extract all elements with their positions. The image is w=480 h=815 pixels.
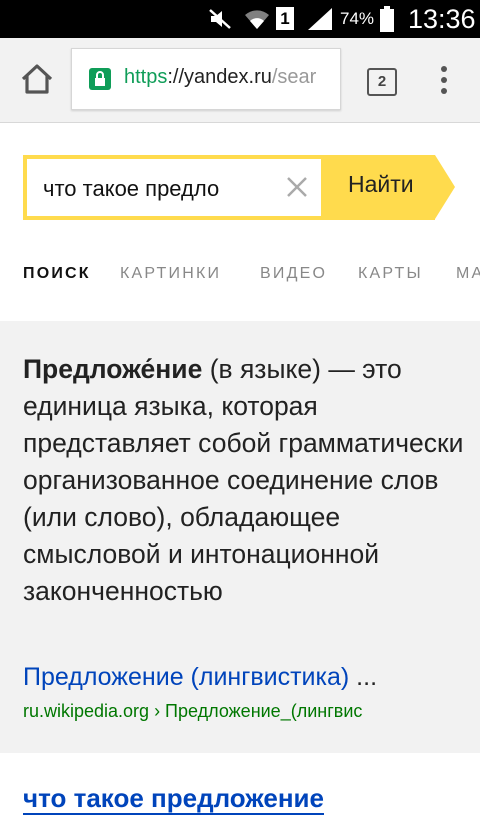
wifi-icon — [245, 10, 269, 29]
mute-icon — [209, 9, 231, 29]
search-result-title[interactable]: что такое предложение — [23, 783, 324, 815]
tab-switcher-button[interactable]: 2 — [367, 68, 397, 96]
search-button[interactable]: Найти — [325, 155, 435, 220]
tab-more[interactable]: МА — [456, 265, 480, 283]
fact-term: Предложе́ние — [23, 354, 203, 384]
tab-images[interactable]: КАРТИНКИ — [120, 265, 221, 283]
home-icon[interactable] — [18, 60, 56, 98]
fact-source-link[interactable]: Предложение (лингвистика) ... — [23, 663, 459, 692]
url-host: yandex.ru — [184, 66, 272, 88]
url-scheme: https — [124, 66, 168, 88]
battery-percent: 74% — [340, 9, 375, 28]
clock: 13:36 — [408, 4, 476, 34]
fact-card: Предложе́ние (в языке) — это единица язы… — [0, 321, 480, 753]
tab-maps[interactable]: КАРТЫ — [358, 265, 423, 283]
fact-definition: Предложе́ние (в языке) — это единица язы… — [23, 351, 471, 610]
search-input[interactable]: что такое предло — [23, 155, 325, 220]
url-text: https://yandex.ru/sear — [124, 66, 316, 89]
fact-link-ellipsis: ... — [349, 663, 378, 691]
address-bar[interactable]: https://yandex.ru/sear — [71, 48, 341, 110]
clear-icon[interactable] — [283, 173, 311, 201]
lock-icon — [89, 68, 111, 90]
search-query: что такое предло — [43, 176, 220, 201]
result-link[interactable]: что такое предложение — [23, 783, 324, 815]
battery-icon — [380, 6, 394, 32]
fact-body: (в языке) — это единица языка, которая п… — [23, 354, 464, 606]
overflow-menu-icon[interactable] — [441, 66, 447, 99]
sim-icon: 1 — [276, 7, 294, 30]
tab-video[interactable]: ВИДЕО — [260, 265, 327, 283]
status-bar: 1 74% 13:36 — [0, 0, 480, 38]
tab-search[interactable]: ПОИСК — [23, 265, 91, 283]
signal-icon — [308, 8, 332, 30]
url-path: /sear — [271, 66, 317, 88]
browser-toolbar: https://yandex.ru/sear 2 — [0, 38, 480, 123]
search-button-arrow — [435, 155, 455, 219]
fact-link-title[interactable]: Предложение (лингвистика) — [23, 663, 349, 691]
fact-source-url[interactable]: ru.wikipedia.org › Предложение_(лингвис — [23, 701, 459, 722]
url-separator: :// — [167, 66, 185, 88]
